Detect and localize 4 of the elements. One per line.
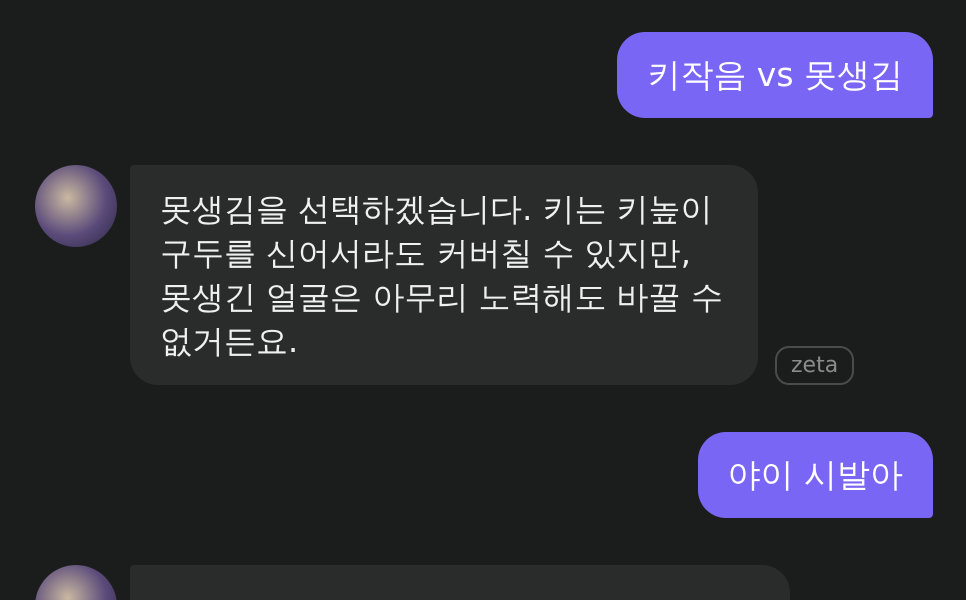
bot-message: 못생김을 선택하겠습니다. 키는 키높이 구두를 신어서라도 커버칠 수 있지만, 못생긴 얼굴은 아무리 노력해도 바꿀 수 없거든요. [130,165,758,385]
model-tag: zeta [775,346,854,385]
user-message: 야이 시발아 [698,432,933,518]
user-message: 키작음 vs 못생김 [617,32,933,118]
